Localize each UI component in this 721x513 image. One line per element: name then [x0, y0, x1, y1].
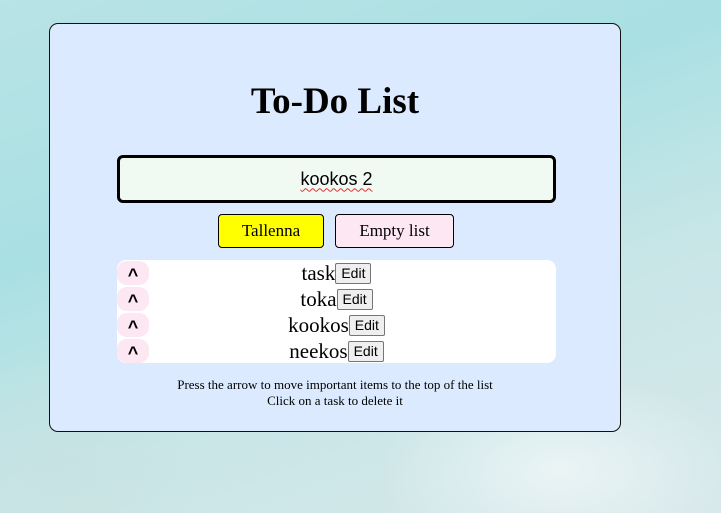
save-button[interactable]: Tallenna — [218, 214, 324, 248]
task-content: toka Edit — [117, 286, 556, 312]
edit-button[interactable]: Edit — [335, 262, 372, 284]
instruction-move-up: Press the arrow to move important items … — [177, 377, 493, 392]
task-text[interactable]: neekos — [289, 338, 347, 363]
edit-button[interactable]: Edit — [347, 340, 384, 362]
empty-list-button[interactable]: Empty list — [335, 214, 454, 248]
task-content: neekos Edit — [117, 338, 556, 363]
instruction-delete: Click on a task to delete it — [267, 393, 403, 408]
task-content: kookos Edit — [117, 312, 556, 338]
page-title: To-Do List — [250, 81, 420, 122]
task-text[interactable]: kookos — [288, 312, 349, 338]
task-text[interactable]: task — [302, 260, 336, 286]
task-content: task Edit — [117, 260, 556, 286]
list-item: ^ task Edit — [117, 260, 556, 286]
list-item: ^ neekos Edit — [117, 338, 556, 363]
instructions: Press the arrow to move important items … — [50, 377, 620, 409]
task-input-value: kookos 2 — [300, 168, 373, 189]
edit-button[interactable]: Edit — [348, 314, 385, 336]
todo-card: To-Do List kookos 2 Tallenna Empty list … — [49, 23, 621, 432]
edit-button[interactable]: Edit — [336, 288, 373, 310]
task-list: ^ task Edit ^ toka Edit ^ kookos Edit ^ … — [117, 260, 556, 363]
list-item: ^ toka Edit — [117, 286, 556, 312]
task-input[interactable]: kookos 2 — [117, 155, 556, 203]
task-text[interactable]: toka — [300, 286, 336, 312]
page-background: { "app": { "title": "To-Do List" }, "inp… — [0, 0, 721, 513]
list-item: ^ kookos Edit — [117, 312, 556, 338]
